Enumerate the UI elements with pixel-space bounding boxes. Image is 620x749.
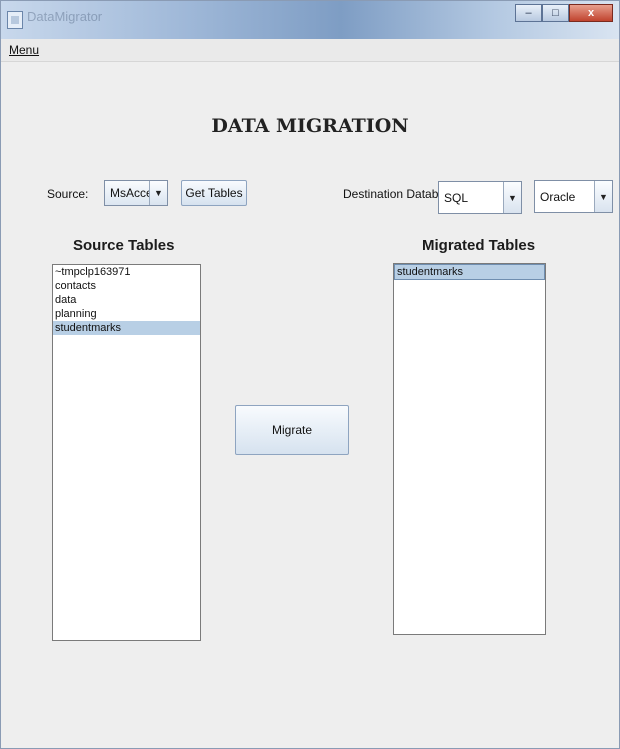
minimize-button[interactable]: – [515,4,542,22]
page-title: DATA MIGRATION [211,115,409,137]
get-tables-button[interactable]: Get Tables [181,180,247,206]
migrated-tables-title: Migrated Tables [422,237,536,254]
source-label: Source: [47,187,89,201]
list-item-selected[interactable]: studentmarks [394,264,545,280]
destination-type-select[interactable]: SQL ▼ [438,181,522,214]
source-tables-title: Source Tables [73,237,175,254]
app-icon [7,11,23,29]
window-controls: – □ x [515,4,613,22]
list-item[interactable]: data [53,293,200,307]
menu-label: Menu [9,43,40,57]
dropdown-arrow-icon: ▼ [149,181,167,205]
migrate-button[interactable]: Migrate [235,405,349,455]
source-tables-list[interactable]: ~tmpclp163971 contacts data planning stu… [52,264,201,641]
app-window: DataMigrator – □ x Menu DATA MIGRATION S… [0,0,620,749]
list-item-selected[interactable]: studentmarks [53,321,200,335]
migrated-tables-list[interactable]: studentmarks [393,263,546,635]
maximize-button[interactable]: □ [542,4,569,22]
list-item[interactable]: contacts [53,279,200,293]
minimize-icon: – [525,7,532,19]
close-icon: x [587,7,595,19]
close-button[interactable]: x [569,4,613,22]
menu-bar: Menu [1,39,619,62]
destination-vendor-value: Oracle [540,189,576,204]
dropdown-arrow-icon: ▼ [594,181,612,212]
destination-type-value: SQL [444,190,469,205]
maximize-icon: □ [552,7,559,19]
list-item[interactable]: ~tmpclp163971 [53,265,200,279]
window-title: DataMigrator [27,9,103,24]
destination-vendor-select[interactable]: Oracle ▼ [534,180,613,213]
title-bar[interactable]: DataMigrator – □ x [1,1,619,39]
dropdown-arrow-icon: ▼ [503,182,521,213]
list-item[interactable]: planning [53,307,200,321]
menu-menu[interactable]: Menu [9,43,39,57]
source-select[interactable]: MsAccess ▼ [104,180,168,206]
